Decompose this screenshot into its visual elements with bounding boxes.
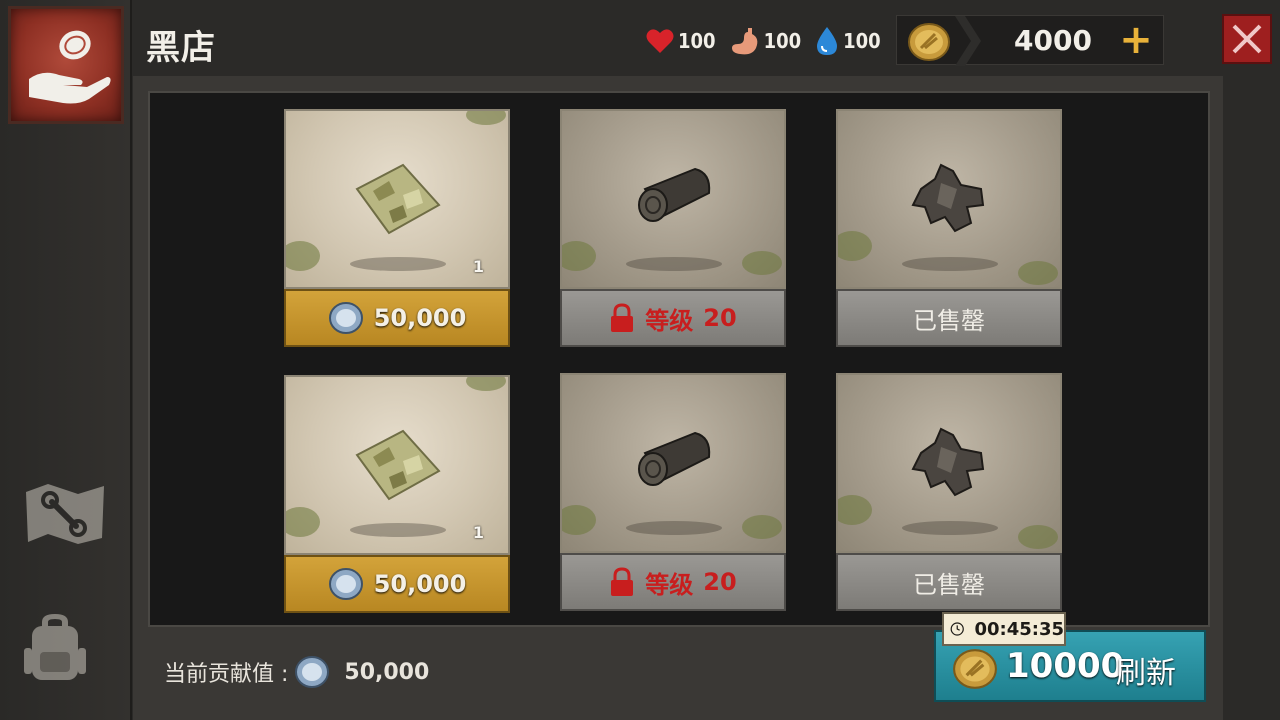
- water-drop-icon: [817, 27, 838, 55]
- gold-value: 4000: [1014, 24, 1092, 57]
- item-image-frame: [836, 109, 1062, 289]
- item-price: 50,000: [373, 570, 467, 598]
- contribution-value: 50,000: [344, 659, 430, 685]
- locked-button[interactable]: 等级 20: [560, 289, 786, 347]
- heart-icon: [646, 29, 674, 53]
- shop-item-card[interactable]: 等级 20: [560, 109, 786, 349]
- lock-icon: [611, 303, 634, 332]
- item-image-frame: 1: [284, 109, 510, 289]
- stomach-icon: [731, 28, 757, 55]
- scrap-metal-icon: [911, 163, 985, 233]
- buy-button[interactable]: 50,000: [284, 289, 510, 347]
- level-requirement-label: 等级: [645, 570, 694, 599]
- item-price: 50,000: [373, 304, 467, 332]
- black-shop-tab[interactable]: [8, 6, 124, 124]
- add-currency-button[interactable]: +: [1119, 20, 1153, 60]
- hunger-stat: 100: [730, 26, 802, 56]
- shop-item-card[interactable]: 1 50,000: [284, 109, 510, 349]
- chevron-divider-icon: [955, 16, 981, 66]
- item-image-frame: [560, 109, 786, 289]
- bottle-cap-icon: [295, 656, 330, 688]
- camo-cloth-icon: [355, 163, 441, 235]
- level-requirement-value: 20: [703, 304, 737, 332]
- item-quantity: 1: [472, 523, 484, 542]
- health-stat: 100: [646, 28, 716, 54]
- sold-out-button[interactable]: 已售罄: [836, 553, 1062, 611]
- close-icon: [1232, 24, 1262, 54]
- contribution-label: 当前贡献值 :: [164, 662, 289, 687]
- bottle-cap-icon: [328, 302, 363, 334]
- level-requirement-value: 20: [703, 568, 737, 596]
- item-image-frame: 1: [284, 375, 510, 555]
- sold-out-label: 已售罄: [913, 570, 985, 599]
- shop-item-card[interactable]: 1 50,000: [284, 375, 510, 615]
- scrap-metal-icon: [911, 427, 985, 497]
- close-button[interactable]: [1222, 14, 1272, 64]
- gold-coin-icon: [953, 649, 997, 689]
- lock-icon: [611, 567, 634, 596]
- locked-button[interactable]: 等级 20: [560, 553, 786, 611]
- crafting-map-icon[interactable]: [22, 482, 108, 546]
- contribution-display: 当前贡献值 : 50,000: [164, 652, 429, 692]
- level-requirement-label: 等级: [645, 306, 694, 335]
- clock-icon: [950, 622, 964, 636]
- item-image-frame: [560, 373, 786, 553]
- sold-out-button[interactable]: 已售罄: [836, 289, 1062, 347]
- wood-log-icon: [638, 167, 711, 222]
- shop-item-card[interactable]: 等级 20: [560, 373, 786, 613]
- shop-item-card[interactable]: 已售罄: [836, 373, 1062, 613]
- player-stats: 100 100 100: [646, 24, 889, 58]
- hunger-value: 100: [763, 29, 802, 53]
- item-quantity: 1: [472, 257, 484, 276]
- refresh-cost: 10000: [1006, 646, 1125, 686]
- refresh-timer: 00:45:35: [942, 612, 1066, 646]
- buy-button[interactable]: 50,000: [284, 555, 510, 613]
- water-stat: 100: [815, 26, 881, 56]
- water-value: 100: [843, 29, 881, 53]
- refresh-label: 刷新: [1116, 656, 1176, 691]
- sold-out-label: 已售罄: [913, 306, 985, 335]
- item-image-frame: [836, 373, 1062, 553]
- gold-currency-bar: 4000 +: [896, 15, 1164, 66]
- left-sidebar: [0, 0, 132, 720]
- timer-value: 00:45:35: [974, 618, 1064, 640]
- page-title: 黑店: [146, 28, 216, 68]
- gold-coin-icon: [908, 23, 950, 61]
- health-value: 100: [678, 29, 716, 53]
- hand-bottlecap-icon: [29, 30, 111, 104]
- backpack-icon[interactable]: [22, 612, 88, 686]
- shop-item-card[interactable]: 已售罄: [836, 109, 1062, 349]
- wood-log-icon: [638, 431, 711, 486]
- camo-cloth-icon: [355, 429, 441, 501]
- bottle-cap-icon: [328, 568, 363, 600]
